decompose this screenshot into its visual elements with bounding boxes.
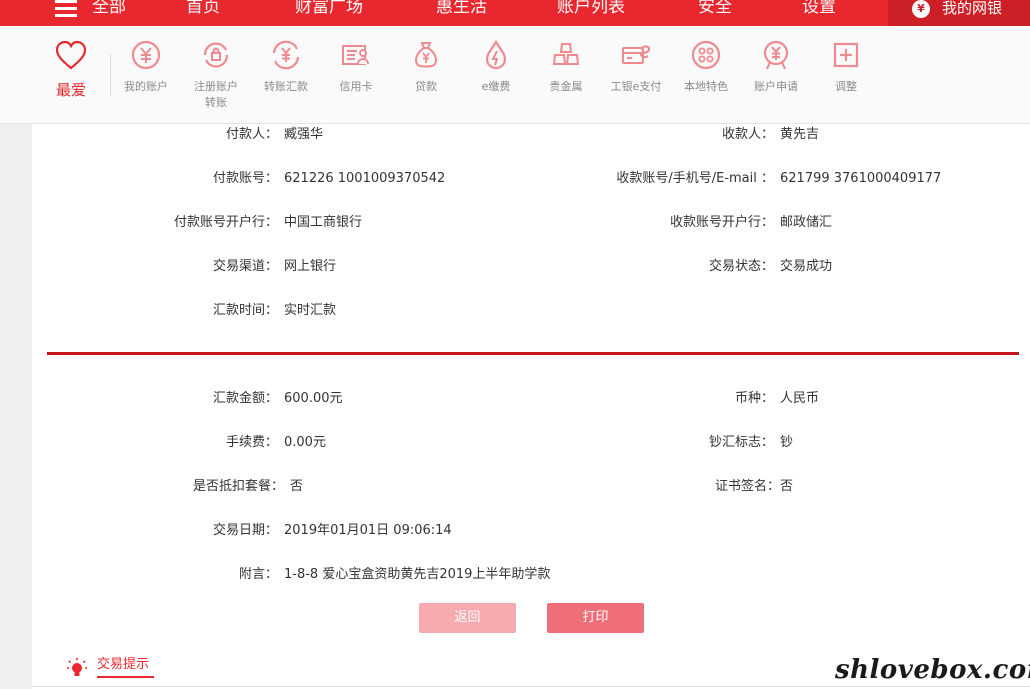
yuan-circle-icon (131, 40, 161, 70)
payer-label: 付款人： (225, 127, 278, 142)
status-label: 交易状态： (708, 259, 774, 274)
quick-item-precious-metal[interactable]: 贵金属 (531, 26, 601, 124)
money-bag-icon (415, 42, 437, 68)
remark-label: 附言： (238, 567, 278, 582)
cash-flag-value: 钞 (780, 435, 794, 450)
payer-account-label: 付款账号： (212, 171, 278, 186)
quick-item-label: 信用卡 (339, 80, 373, 93)
payer-value: 臧强华 (284, 127, 324, 142)
dots-circle-icon (691, 40, 721, 70)
payee-account-value: 621799 3761000409177 (780, 171, 942, 186)
drop-bolt-icon (485, 39, 507, 70)
quick-item-icbc-e-pay[interactable]: 工银e支付 (601, 26, 671, 124)
fee-label: 手续费： (225, 435, 278, 450)
payee-bank-value: 邮政储汇 (780, 215, 833, 230)
quick-item-loan[interactable]: 贷款 (391, 26, 461, 124)
gold-bars-icon (552, 43, 580, 65)
payee-label: 收款人： (721, 127, 774, 142)
nav-settings[interactable]: 设置 (802, 0, 836, 19)
payee-bank-label: 收款账号开户行： (669, 215, 774, 230)
lightbulb-icon (67, 658, 87, 676)
quick-item-my-account[interactable]: 我的账户 (111, 26, 181, 124)
transaction-tips-tab[interactable]: 交易提示 (97, 655, 149, 675)
package-deduct-value: 否 (290, 479, 304, 494)
cert-sign-value: 否 (780, 479, 794, 494)
plus-square-icon (833, 42, 859, 68)
quick-item-label: 调整 (835, 80, 857, 93)
quick-access-bar: 最爱 我的账户 注册账户转账 转账汇款 信用卡 贷款 e缴费 贵金属 工银e支付… (0, 26, 1030, 124)
nav-home[interactable]: 首页 (186, 0, 220, 19)
quick-item-label: 账户申请 (754, 80, 798, 93)
channel-value: 网上银行 (284, 259, 337, 274)
quick-item-favorites[interactable]: 最爱 (36, 26, 106, 124)
divider (32, 686, 1030, 687)
quick-item-label: 本地特色 (684, 80, 728, 93)
remark-value: 1-8-8 爱心宝盒资助黄先吉2019上半年助学款 (284, 567, 551, 582)
transaction-detail-card: 付款人： 臧强华 收款人： 黄先吉 付款账号： 621226 100100937… (32, 124, 1030, 640)
trade-date-value: 2019年01月01日 09:06:14 (284, 523, 452, 538)
nav-life[interactable]: 惠生活 (436, 0, 487, 19)
payer-bank-label: 付款账号开户行： (173, 215, 278, 230)
quick-item-account-apply[interactable]: 账户申请 (741, 26, 811, 124)
channel-label: 交易渠道： (212, 259, 278, 274)
nav-security[interactable]: 安全 (698, 0, 732, 19)
cash-flag-label: 钞汇标志： (708, 435, 774, 450)
back-button[interactable]: 返回 (419, 603, 516, 633)
card-user-icon (342, 45, 369, 65)
quick-item-adjust[interactable]: 调整 (811, 26, 881, 124)
quick-item-label: 转账汇款 (264, 80, 308, 93)
nav-all[interactable]: 全部 (92, 0, 126, 19)
quick-item-label: 贷款 (415, 80, 437, 93)
remit-time-value: 实时汇款 (284, 303, 337, 318)
quick-item-label: 最爱 (55, 81, 86, 99)
quick-item-e-payment[interactable]: e缴费 (461, 26, 531, 124)
nav-account-list[interactable]: 账户列表 (557, 0, 625, 19)
status-value: 交易成功 (780, 259, 833, 274)
heart-icon (55, 40, 87, 70)
package-deduct-label: 是否抵扣套餐： (192, 479, 284, 494)
payee-value: 黄先吉 (780, 127, 820, 142)
yuan-tag-icon (763, 40, 789, 70)
payee-account-label: 收款账号/手机号/E-mail ： (616, 171, 774, 186)
quick-item-label: 注册账户转账 (194, 80, 238, 109)
remit-time-label: 汇款时间： (212, 303, 278, 318)
tab-underline (97, 676, 154, 678)
quick-item-local-feature[interactable]: 本地特色 (671, 26, 741, 124)
quick-item-label: e缴费 (481, 80, 511, 93)
quick-item-label: 工银e支付 (610, 80, 662, 93)
quick-item-label: 贵金属 (549, 80, 583, 93)
amount-label: 汇款金额： (212, 391, 278, 406)
quick-item-credit-card[interactable]: 信用卡 (321, 26, 391, 124)
exchange-yuan-icon (272, 40, 300, 70)
print-button[interactable]: 打印 (547, 603, 644, 633)
watermark: shlovebox.com (835, 655, 1030, 685)
payer-account-value: 621226 1001009370542 (284, 171, 446, 186)
lock-transfer-icon (203, 42, 229, 68)
top-nav-bar: 全部 首页 财富广场 惠生活 账户列表 安全 设置 ¥ 我的网银 (0, 0, 1030, 29)
cert-sign-label: 证书签名： (714, 479, 780, 494)
money-bag-icon: ¥ (912, 0, 930, 18)
amount-value: 600.00元 (284, 391, 343, 406)
nav-wealth-square[interactable]: 财富广场 (295, 0, 363, 19)
currency-value: 人民币 (780, 391, 820, 406)
my-wangyin-label: 我的网银 (942, 0, 1003, 17)
section-divider (47, 352, 1019, 355)
quick-item-transfer[interactable]: 转账汇款 (251, 26, 321, 124)
fee-value: 0.00元 (284, 435, 326, 450)
currency-label: 币种： (734, 391, 774, 406)
card-e-icon (622, 45, 651, 64)
trade-date-label: 交易日期： (212, 523, 278, 538)
quick-item-label: 我的账户 (124, 80, 168, 93)
my-wangyin-button[interactable]: ¥ 我的网银 (888, 0, 1030, 29)
menu-icon[interactable] (55, 0, 79, 20)
quick-item-registered-transfer[interactable]: 注册账户转账 (181, 26, 251, 124)
payer-bank-value: 中国工商银行 (284, 215, 363, 230)
